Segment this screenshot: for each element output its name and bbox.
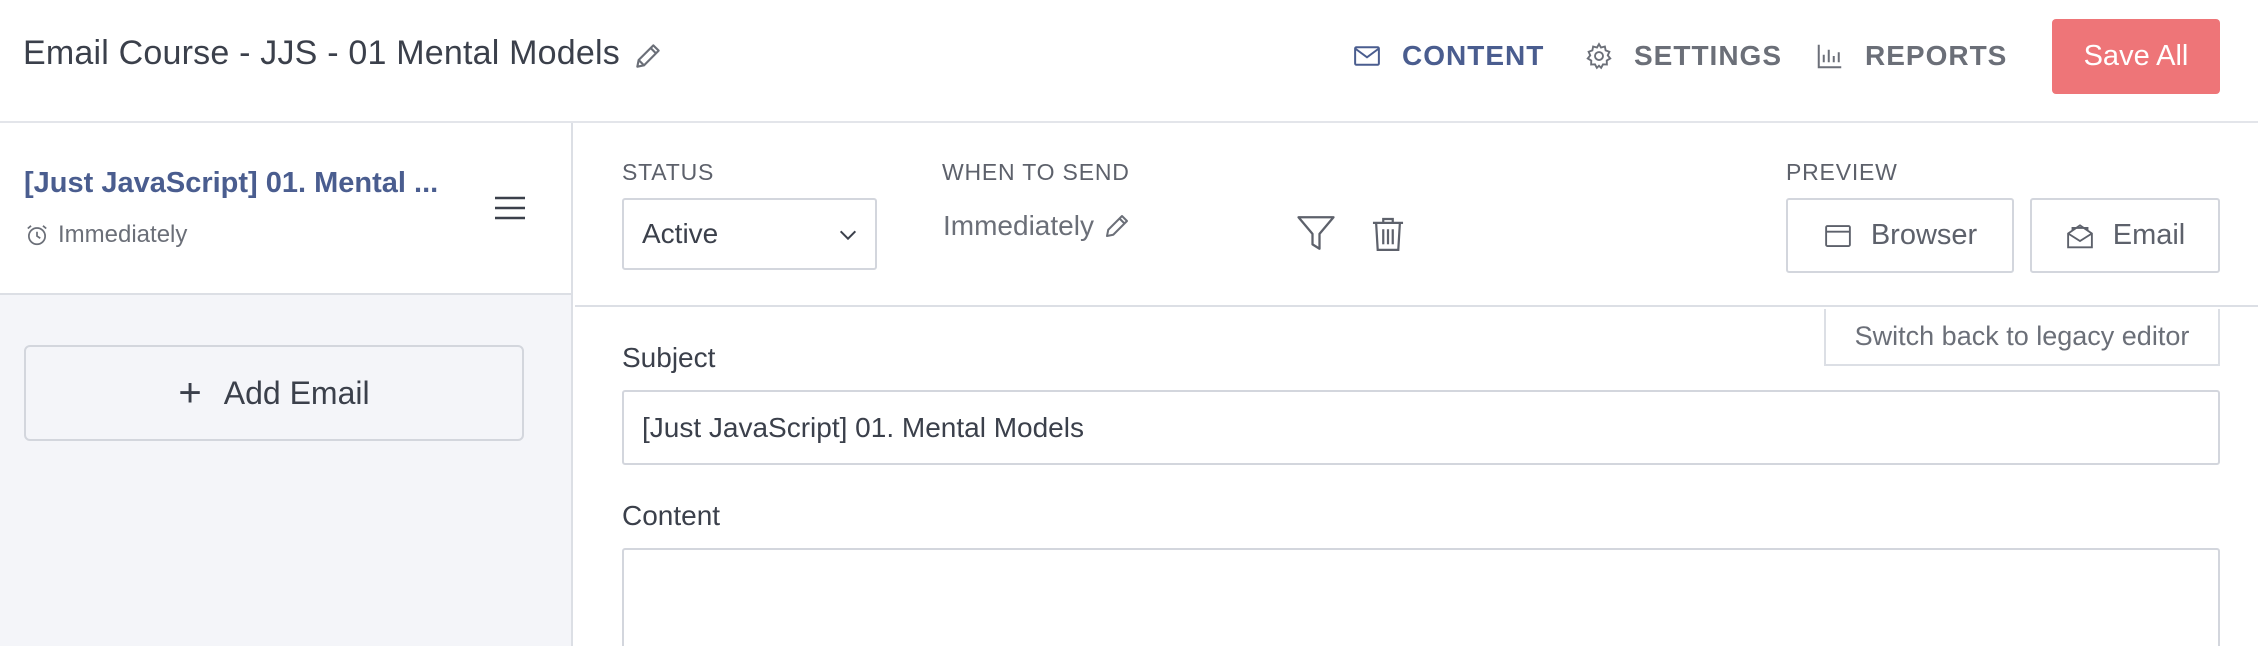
gear-icon [1586, 42, 1612, 70]
content-label: Content [622, 500, 721, 531]
course-title: Email Course - JJS - 01 Mental Models [23, 34, 620, 72]
subject-label: Subject [622, 342, 716, 373]
switch-legacy-editor-button[interactable]: Switch back to legacy editor [1824, 309, 2220, 366]
chevron-down-icon [839, 230, 857, 241]
pencil-icon[interactable] [632, 40, 664, 72]
hamburger-menu-icon[interactable] [494, 195, 526, 221]
tab-settings[interactable]: SETTINGS [1584, 36, 1782, 76]
sidebar: [Just JavaScript] 01. Mental ... Immedia… [0, 123, 573, 646]
bar-chart-icon [1817, 44, 1842, 69]
subject-input[interactable]: [Just JavaScript] 01. Mental Models [622, 390, 2220, 465]
when-to-send-value: Immediately [943, 210, 1094, 241]
trash-icon[interactable] [1369, 213, 1407, 255]
status-label: STATUS [622, 159, 715, 185]
browser-window-icon [1825, 224, 1851, 247]
preview-label: PREVIEW [1786, 159, 1898, 185]
email-item-schedule-text: Immediately [58, 221, 188, 248]
top-header: Email Course - JJS - 01 Mental Models CO… [0, 0, 2258, 123]
preview-email-button[interactable]: Email [2030, 198, 2220, 273]
filter-icon[interactable] [1295, 211, 1337, 255]
when-to-send-edit[interactable]: Immediately [943, 210, 1132, 242]
subject-input-value: [Just JavaScript] 01. Mental Models [642, 411, 1084, 443]
plus-icon: + [178, 371, 202, 415]
add-email-label: Add Email [223, 374, 370, 411]
add-email-button[interactable]: + Add Email [24, 345, 524, 441]
content-editor[interactable] [622, 548, 2220, 646]
sidebar-email-item[interactable]: [Just JavaScript] 01. Mental ... Immedia… [0, 123, 571, 295]
when-to-send-label: WHEN TO SEND [942, 159, 1130, 185]
tab-content[interactable]: CONTENT [1352, 36, 1544, 76]
preview-email-label: Email [2112, 219, 2186, 251]
preview-browser-button[interactable]: Browser [1786, 198, 2014, 273]
email-settings-bar: STATUS Active WHEN TO SEND Immediately P… [575, 123, 2258, 307]
envelope-icon [1354, 46, 1380, 66]
email-item-title: [Just JavaScript] 01. Mental ... [24, 167, 439, 199]
email-item-schedule: Immediately [24, 221, 187, 249]
tab-settings-label: SETTINGS [1634, 40, 1783, 71]
alarm-clock-icon [27, 225, 47, 246]
tab-reports[interactable]: REPORTS [1815, 36, 2007, 76]
status-select[interactable]: Active [622, 198, 877, 270]
open-envelope-icon [2066, 223, 2093, 248]
preview-browser-label: Browser [1870, 219, 1978, 251]
tab-reports-label: REPORTS [1865, 40, 2008, 71]
tab-content-label: CONTENT [1402, 40, 1545, 71]
save-all-button[interactable]: Save All [2052, 19, 2220, 94]
status-select-value: Active [642, 218, 719, 249]
pencil-icon [1105, 215, 1128, 237]
